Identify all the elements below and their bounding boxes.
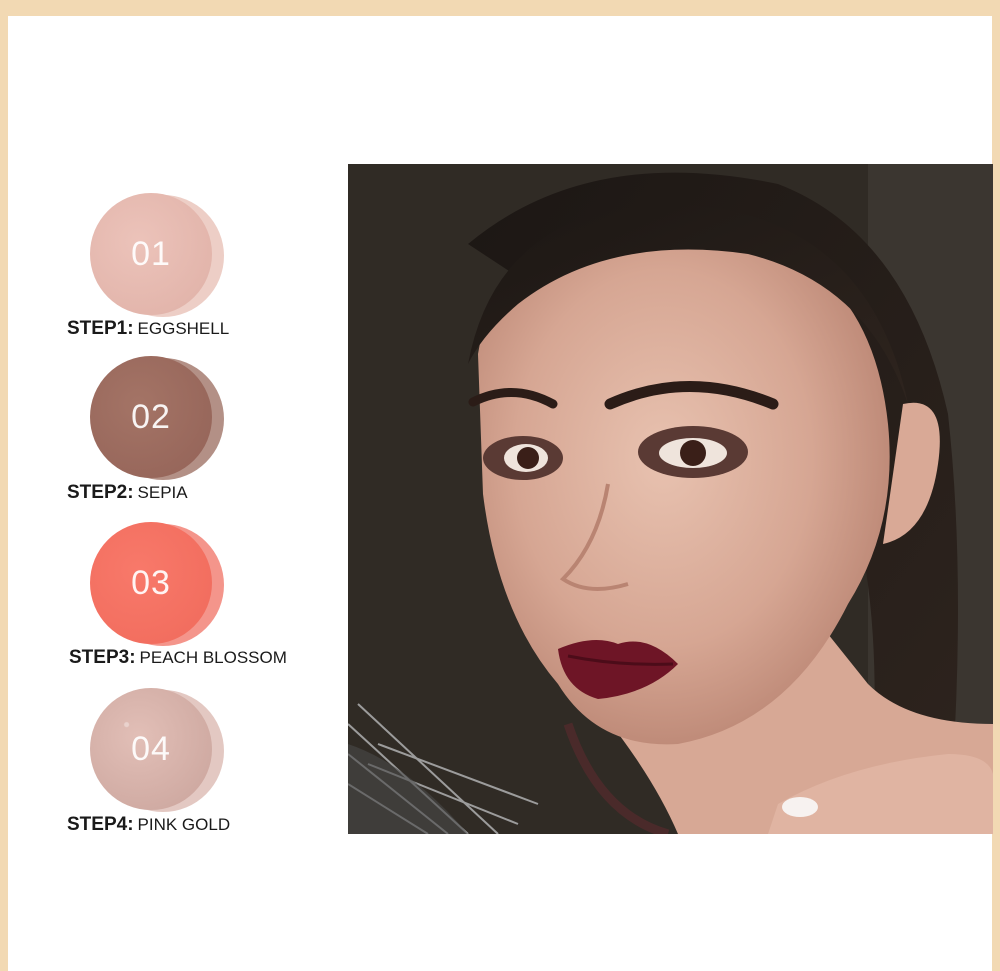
swatch-disc: 03 [90, 522, 212, 644]
shade-name: PINK GOLD [137, 815, 231, 834]
step-label-4: STEP4: PINK GOLD [67, 814, 230, 836]
swatch-number: 01 [131, 234, 171, 273]
swatch-disc: 01 [90, 193, 212, 315]
swatch-pink-gold: 04 [90, 688, 230, 812]
step-title: STEP2: [67, 482, 134, 503]
model-illustration [348, 164, 993, 834]
step-label-3: STEP3: PEACH BLOSSOM [69, 647, 287, 669]
step-label-1: STEP1: EGGSHELL [67, 318, 229, 340]
model-photo [348, 164, 993, 834]
step-title: STEP4: [67, 814, 134, 835]
step-label-2: STEP2: SEPIA [67, 482, 188, 504]
swatch-disc: 04 [90, 688, 212, 810]
swatch-number: 02 [131, 397, 171, 436]
step-title: STEP1: [67, 318, 134, 339]
frame-right-border [992, 0, 1000, 971]
shade-name: SEPIA [137, 483, 188, 502]
shade-name: PEACH BLOSSOM [139, 648, 287, 667]
shade-name: EGGSHELL [137, 319, 230, 338]
frame-top-border [0, 0, 1000, 16]
swatch-number: 04 [131, 729, 171, 768]
swatch-sepia: 02 [90, 356, 230, 480]
swatch-disc: 02 [90, 356, 212, 478]
swatch-eggshell: 01 [90, 193, 230, 317]
swatch-number: 03 [131, 563, 171, 602]
frame-left-border [0, 0, 8, 971]
swatch-peach-blossom: 03 [90, 522, 230, 646]
step-title: STEP3: [69, 647, 136, 668]
